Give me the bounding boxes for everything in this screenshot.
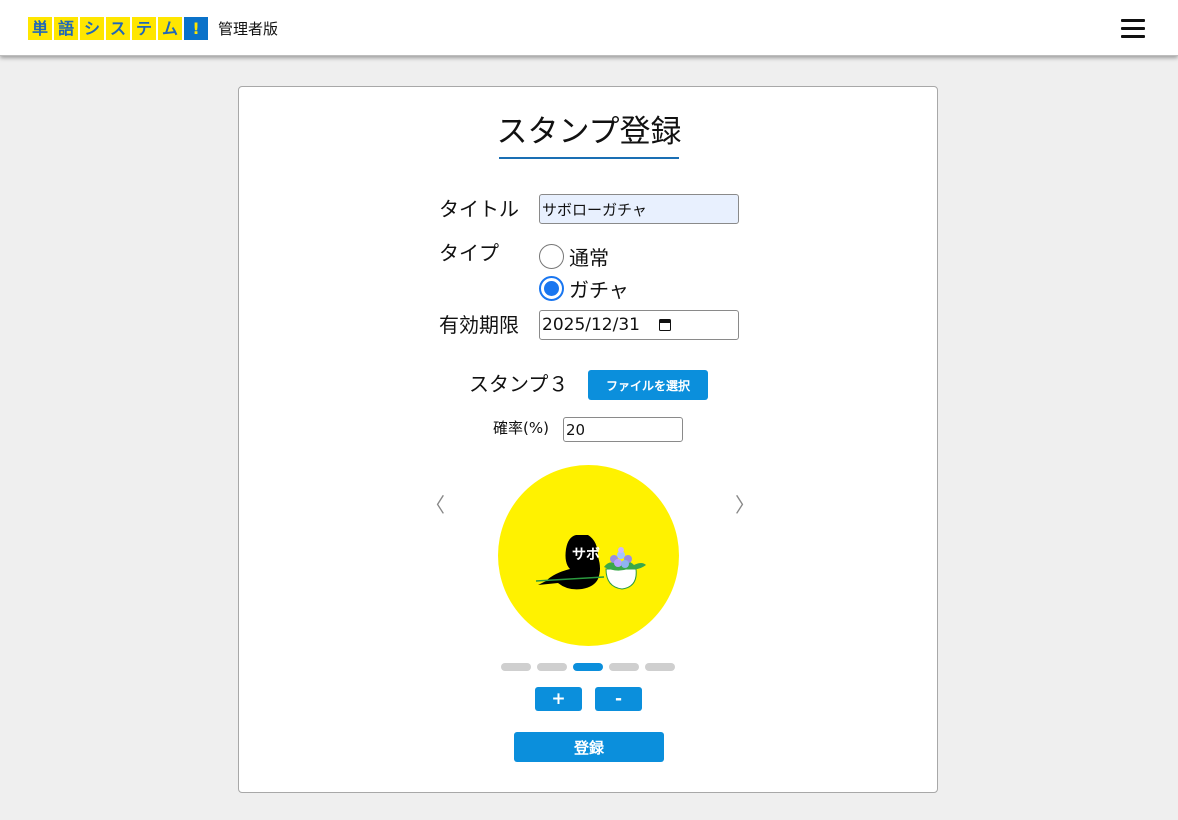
carousel-dot[interactable]	[609, 663, 639, 671]
carousel-dot[interactable]	[573, 663, 603, 671]
page-title: スタンプ登録	[496, 114, 682, 150]
hamburger-menu-icon[interactable]	[1121, 18, 1145, 38]
logo-char: 語	[54, 17, 78, 40]
expiry-label: 有効期限	[439, 313, 519, 337]
type-option-normal[interactable]: 通常	[539, 242, 609, 271]
expiry-date-input[interactable]: 2025/12/31	[539, 310, 739, 340]
title-label: タイトル	[439, 197, 519, 221]
logo-char: 単	[28, 17, 52, 40]
stamp-label: スタンプ３	[469, 372, 569, 396]
add-stamp-button[interactable]: +	[535, 687, 582, 711]
type-option-gacha[interactable]: ガチャ	[539, 274, 629, 303]
stamp-registration-card: スタンプ登録 タイトル タイプ 通常 ガチャ 有効期限 2025/12/31 ス…	[238, 86, 938, 793]
type-label: タイプ	[439, 241, 499, 265]
logo-char: ス	[106, 17, 130, 40]
title-underline	[499, 157, 679, 159]
logo-char: テ	[132, 17, 156, 40]
logo-char: ム	[158, 17, 182, 40]
register-button[interactable]: 登録	[514, 732, 664, 762]
calendar-icon[interactable]	[659, 319, 671, 331]
expiry-date-value: 2025/12/31	[542, 315, 640, 335]
app-header: 単 語 シ ス テ ム ! 管理者版	[0, 0, 1178, 56]
app-logo[interactable]: 単 語 シ ス テ ム !	[28, 17, 208, 40]
rate-input[interactable]	[563, 417, 683, 442]
stamp-preview: サボ	[498, 465, 679, 646]
radio-button[interactable]	[539, 244, 564, 269]
next-arrow[interactable]: 〉	[735, 495, 755, 515]
carousel-dot[interactable]	[537, 663, 567, 671]
choose-file-button[interactable]: ファイルを選択	[588, 370, 708, 400]
logo-char: !	[184, 17, 208, 40]
radio-button[interactable]	[539, 276, 564, 301]
remove-stamp-button[interactable]: -	[595, 687, 642, 711]
prev-arrow[interactable]: 〈	[425, 495, 445, 515]
carousel-dot[interactable]	[645, 663, 675, 671]
title-input[interactable]	[539, 194, 739, 224]
type-option-label: ガチャ	[569, 278, 629, 302]
rate-label: 確率(%)	[493, 419, 549, 437]
logo-char: シ	[80, 17, 104, 40]
carousel-indicators	[501, 663, 675, 671]
carousel-dot[interactable]	[501, 663, 531, 671]
type-option-label: 通常	[569, 246, 609, 270]
edition-label: 管理者版	[218, 20, 279, 38]
stamp-illustration: サボ	[535, 535, 646, 590]
stamp-text: サボ	[572, 547, 600, 563]
